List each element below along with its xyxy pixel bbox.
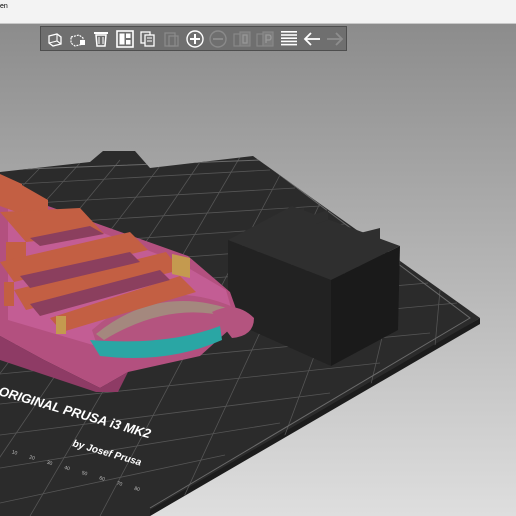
3d-viewport[interactable]: ORIGINAL PRUSA i3 MK2 by Josef Prusa 102… xyxy=(0,24,516,516)
redo-icon xyxy=(327,31,344,46)
split-objects-button[interactable] xyxy=(231,28,252,50)
delete-all-icon xyxy=(94,31,109,47)
undo-button[interactable] xyxy=(301,28,322,50)
instance-remove-button[interactable] xyxy=(208,28,229,50)
paste-icon xyxy=(163,31,179,47)
layers-icon xyxy=(280,30,297,45)
menu-label[interactable]: en xyxy=(0,3,8,10)
copy-icon xyxy=(140,30,155,47)
copy-button[interactable] xyxy=(138,28,159,50)
split-parts-button[interactable] xyxy=(255,28,276,50)
add-button[interactable] xyxy=(44,28,65,50)
instance-add-button[interactable] xyxy=(184,28,205,50)
split-objects-icon xyxy=(233,30,251,47)
undo-icon xyxy=(303,31,320,46)
instance-add-icon xyxy=(186,29,204,48)
delete-button[interactable] xyxy=(67,28,88,50)
toolbar xyxy=(40,26,347,51)
redo-button[interactable] xyxy=(325,28,346,50)
delete-icon xyxy=(70,33,86,47)
split-parts-icon xyxy=(256,30,274,47)
layers-button[interactable] xyxy=(278,28,299,50)
instance-remove-icon xyxy=(209,29,228,48)
arrange-icon xyxy=(116,29,134,48)
delete-all-button[interactable] xyxy=(91,28,112,50)
title-bar: en xyxy=(0,0,516,24)
paste-button[interactable] xyxy=(161,28,182,50)
add-icon xyxy=(48,32,62,47)
arrange-button[interactable] xyxy=(114,28,135,50)
